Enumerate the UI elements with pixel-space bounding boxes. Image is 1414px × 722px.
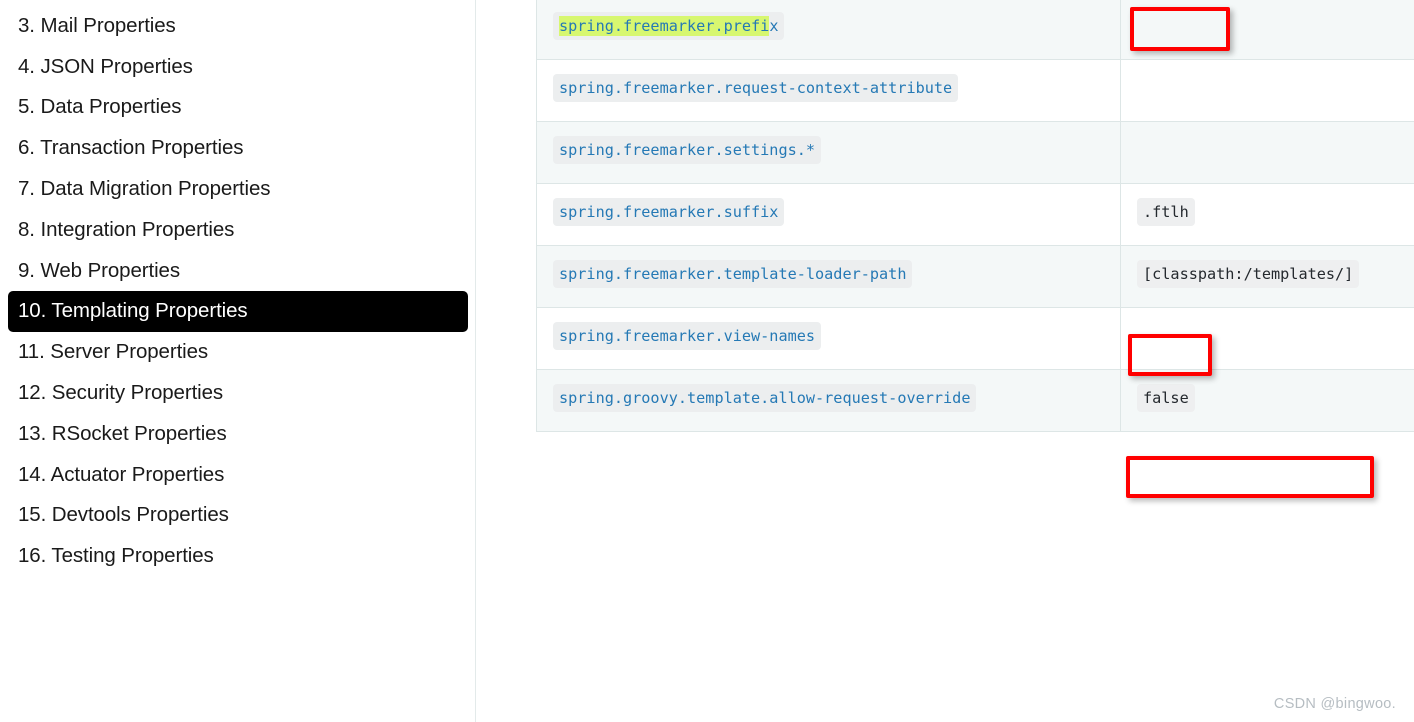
property-key-cell: spring.groovy.template.allow-request-ove… [536, 369, 1121, 432]
table-row: spring.freemarker.suffix .ftlh [536, 183, 1414, 246]
sidebar-item-label: 3. Mail Properties [18, 13, 176, 37]
table-row: spring.freemarker.template-loader-path [… [536, 245, 1414, 308]
property-key-code[interactable]: spring.freemarker.request-context-attrib… [553, 74, 959, 103]
property-key-code[interactable]: spring.freemarker.prefix [553, 12, 785, 41]
sidebar-item-web-properties[interactable]: 9. Web Properties [8, 251, 468, 292]
sidebar-item-label: 5. Data Properties [18, 95, 182, 119]
sidebar-item-devtools-properties[interactable]: 15. Devtools Properties [8, 495, 468, 536]
property-value-cell: .ftlh [1120, 183, 1414, 246]
sidebar-item-label: 4. JSON Properties [18, 54, 193, 78]
table-row: spring.freemarker.view-names [536, 307, 1414, 370]
sidebar-item-label: 10. Templating Properties [18, 299, 248, 323]
property-key-code[interactable]: spring.freemarker.view-names [553, 322, 822, 351]
property-key-cell: spring.freemarker.settings.* [536, 121, 1121, 184]
table-row: spring.freemarker.settings.* [536, 121, 1414, 184]
sidebar-item-label: 11. Server Properties [18, 340, 209, 364]
sidebar-item-security-properties[interactable]: 12. Security Properties [8, 373, 468, 414]
sidebar-item-cache-properties[interactable]: 2. Cache Properties [8, 0, 468, 6]
properties-table-body: spring.freemarker.prefix spring.freemark… [536, 0, 1414, 432]
property-value-cell [1120, 307, 1414, 370]
sidebar-item-json-properties[interactable]: 4. JSON Properties [8, 47, 468, 88]
property-key-code[interactable]: spring.freemarker.settings.* [553, 136, 822, 165]
property-default-value: [classpath:/templates/] [1137, 260, 1360, 289]
property-value-cell [1120, 121, 1414, 184]
sidebar-item-label: 13. RSocket Properties [18, 421, 227, 445]
table-row: spring.freemarker.prefix [536, 0, 1414, 60]
property-value-cell [1120, 0, 1414, 60]
highlighted-key-text: spring.freemarker.prefi [559, 16, 770, 36]
sidebar-item-label: 12. Security Properties [18, 380, 224, 404]
property-key-code[interactable]: spring.freemarker.suffix [553, 198, 785, 227]
sidebar-item-testing-properties[interactable]: 16. Testing Properties [8, 536, 468, 577]
sidebar-item-templating-properties[interactable]: 10. Templating Properties [8, 291, 468, 333]
property-key-cell: spring.freemarker.view-names [536, 307, 1121, 370]
key-tail-text: x [769, 17, 779, 35]
sidebar-item-label: 9. Web Properties [18, 258, 180, 282]
sidebar-item-mail-properties[interactable]: 3. Mail Properties [8, 6, 468, 47]
csdn-watermark: CSDN @bingwoo. [1273, 696, 1396, 712]
sidebar-item-label: 8. Integration Properties [18, 217, 235, 241]
property-key-cell: spring.freemarker.template-loader-path [536, 245, 1121, 308]
property-default-value: .ftlh [1137, 198, 1195, 227]
sidebar-item-label: 15. Devtools Properties [18, 503, 229, 527]
property-key-cell: spring.freemarker.suffix [536, 183, 1121, 246]
property-key-code[interactable]: spring.groovy.template.allow-request-ove… [553, 384, 977, 413]
sidebar-item-actuator-properties[interactable]: 14. Actuator Properties [8, 455, 468, 496]
toc-list: 2. Cache Properties 3. Mail Properties 4… [0, 0, 475, 577]
annotation-box-template-loader-path-default [1126, 456, 1374, 498]
table-of-contents-sidebar: 2. Cache Properties 3. Mail Properties 4… [0, 0, 476, 722]
table-row: spring.freemarker.request-context-attrib… [536, 59, 1414, 122]
property-value-cell: [classpath:/templates/] [1120, 245, 1414, 308]
property-default-value: false [1137, 384, 1195, 413]
properties-table: spring.freemarker.prefix spring.freemark… [536, 0, 1414, 432]
sidebar-item-server-properties[interactable]: 11. Server Properties [8, 332, 468, 373]
property-key-cell: spring.freemarker.prefix [536, 0, 1121, 60]
sidebar-item-integration-properties[interactable]: 8. Integration Properties [8, 210, 468, 251]
sidebar-item-label: 6. Transaction Properties [18, 136, 244, 160]
sidebar-item-label: 16. Testing Properties [18, 544, 214, 568]
sidebar-item-data-properties[interactable]: 5. Data Properties [8, 87, 468, 128]
sidebar-item-transaction-properties[interactable]: 6. Transaction Properties [8, 128, 468, 169]
sidebar-item-rsocket-properties[interactable]: 13. RSocket Properties [8, 414, 468, 455]
properties-content-area: spring.freemarker.prefix spring.freemark… [476, 0, 1414, 722]
property-value-cell [1120, 59, 1414, 122]
property-key-cell: spring.freemarker.request-context-attrib… [536, 59, 1121, 122]
table-row: spring.groovy.template.allow-request-ove… [536, 369, 1414, 432]
sidebar-item-label: 7. Data Migration Properties [18, 176, 271, 200]
sidebar-item-data-migration-properties[interactable]: 7. Data Migration Properties [8, 169, 468, 210]
property-value-cell: false [1120, 369, 1414, 432]
property-key-code[interactable]: spring.freemarker.template-loader-path [553, 260, 913, 289]
sidebar-item-label: 14. Actuator Properties [18, 462, 225, 486]
